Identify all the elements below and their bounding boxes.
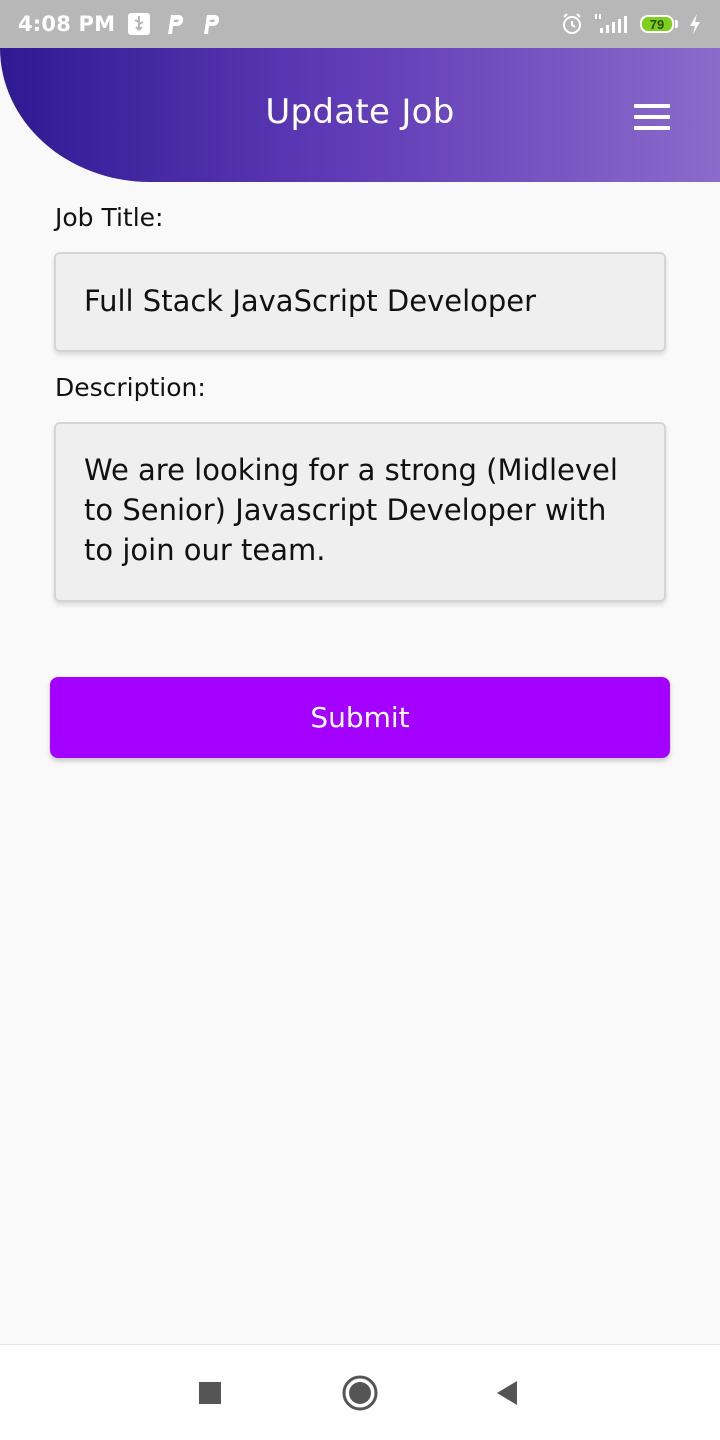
description-textarea[interactable]: We are looking for a strong (Midlevel to… [54, 422, 666, 602]
menu-bar [634, 115, 670, 119]
status-right: 79 [560, 12, 702, 36]
battery-level: 79 [640, 15, 674, 33]
alarm-icon [560, 12, 584, 36]
submit-button[interactable]: Submit [50, 677, 670, 758]
status-left: 4:08 PM [18, 12, 223, 36]
signal-icon [594, 12, 630, 36]
charging-icon [688, 12, 702, 36]
home-icon[interactable] [340, 1373, 380, 1413]
description-label: Description: [55, 373, 206, 402]
parking-icon [163, 12, 187, 36]
page-title: Update Job [265, 92, 455, 132]
usb-icon [127, 12, 151, 36]
job-title-input[interactable]: Full Stack JavaScript Developer [54, 252, 666, 352]
back-icon[interactable] [486, 1373, 526, 1413]
menu-bar [634, 126, 670, 130]
battery-icon: 79 [640, 15, 678, 33]
job-title-label: Job Title: [55, 203, 164, 232]
status-time: 4:08 PM [18, 12, 116, 36]
battery-tip [675, 20, 678, 28]
status-bar: 4:08 PM 79 [0, 0, 720, 48]
recent-apps-icon[interactable] [190, 1373, 230, 1413]
hamburger-menu-icon[interactable] [634, 104, 670, 130]
navigation-bar [0, 1344, 720, 1440]
menu-bar [634, 104, 670, 108]
parking-icon [199, 12, 223, 36]
app-header: Update Job [0, 48, 720, 182]
